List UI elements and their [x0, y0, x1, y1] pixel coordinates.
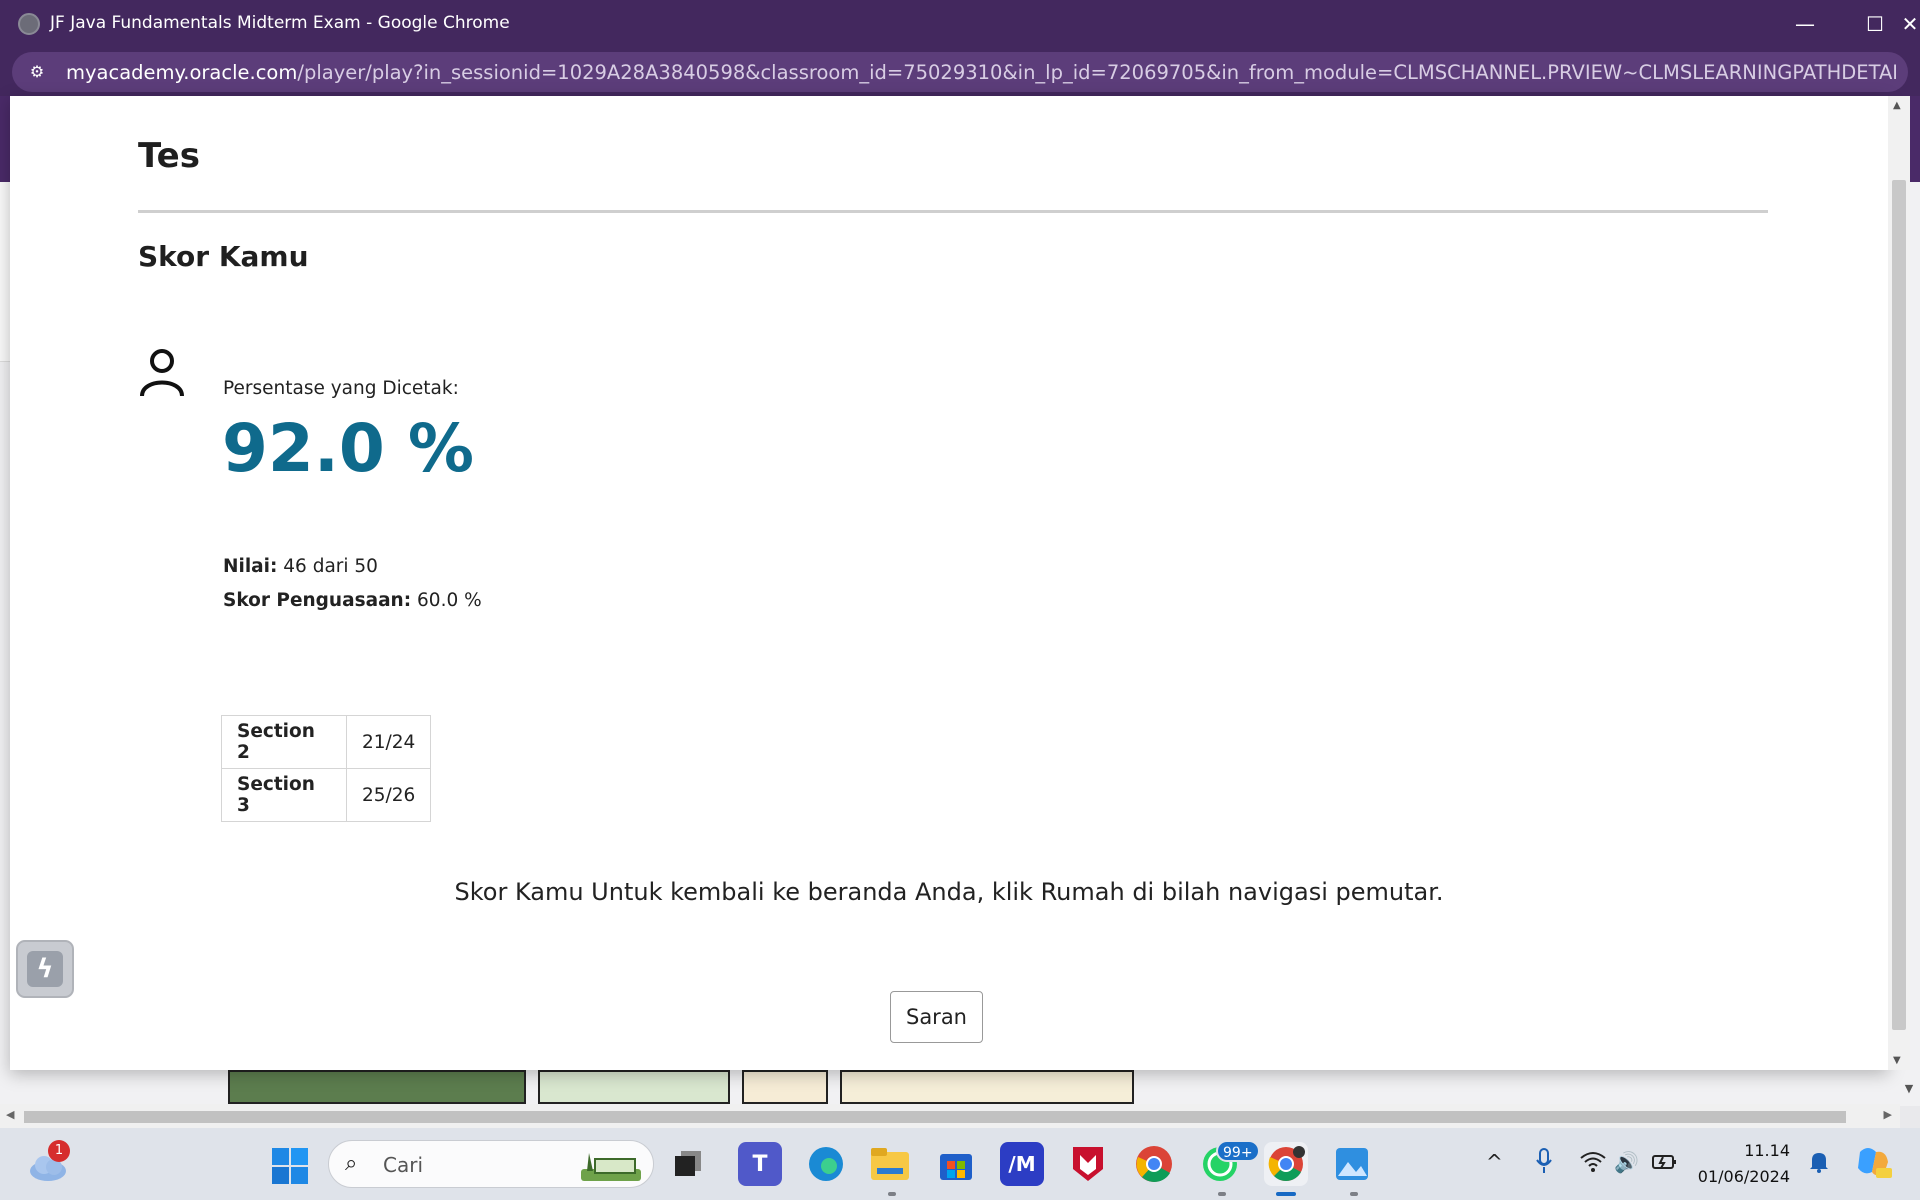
address-bar: ⚙ myacademy.oracle.com/player/play?in_se…: [0, 48, 1920, 96]
mastery-line: Skor Penguasaan: 60.0 %: [223, 590, 482, 611]
video-thumbnail[interactable]: [538, 1070, 730, 1104]
whatsapp-badge: 99+: [1216, 1140, 1260, 1162]
percentage-value: 92.0 %: [222, 410, 474, 487]
volume-icon[interactable]: 🔊: [1614, 1150, 1639, 1174]
app-running-indicator: [1218, 1192, 1226, 1196]
clock-date: 01/06/2024: [1697, 1167, 1790, 1186]
grade-line: Nilai: 46 dari 50: [223, 556, 378, 577]
scrollbar-thumb[interactable]: [1892, 180, 1906, 1030]
divider: [138, 210, 1768, 213]
app-active-indicator: [1276, 1192, 1296, 1196]
feedback-button[interactable]: Saran: [890, 991, 983, 1043]
site-settings-icon[interactable]: ⚙: [26, 61, 48, 83]
globe-icon: [18, 13, 40, 35]
horizontal-scrollbar[interactable]: ◀ ▶: [0, 1104, 1900, 1128]
section-score: 21/24: [345, 715, 432, 769]
chrome-icon[interactable]: [1132, 1142, 1176, 1186]
scroll-down-icon[interactable]: ▼: [1898, 1082, 1920, 1104]
section-scores-table: Section 2 21/24 Section 3 25/26: [221, 715, 432, 822]
task-view-icon[interactable]: [667, 1142, 711, 1186]
file-explorer-icon[interactable]: [868, 1142, 912, 1186]
grade-label: Nilai:: [223, 556, 278, 577]
score-heading: Skor Kamu: [138, 240, 309, 273]
photos-icon[interactable]: [1330, 1142, 1374, 1186]
mastery-value: 60.0 %: [417, 590, 482, 611]
scrollbar-thumb[interactable]: [24, 1111, 1846, 1123]
mastery-label: Skor Penguasaan:: [223, 590, 412, 611]
video-thumbnail[interactable]: [840, 1070, 1134, 1104]
teams-icon[interactable]: T: [738, 1142, 782, 1186]
search-icon: ⌕: [345, 1151, 358, 1176]
app-running-indicator: [1350, 1192, 1358, 1196]
exam-result-page: Tes Skor Kamu Persentase yang Dicetak: 9…: [10, 96, 1910, 1070]
search-highlight-icon: [581, 1153, 641, 1181]
content-vertical-scrollbar[interactable]: ▲ ▼: [1888, 96, 1910, 1070]
section-score: 25/26: [345, 768, 432, 822]
windows-start-icon[interactable]: [272, 1148, 308, 1184]
notification-bell-icon[interactable]: [1808, 1150, 1830, 1174]
table-row: Section 2 21/24: [221, 715, 432, 769]
section-name: Section 3: [221, 768, 347, 822]
microphone-icon[interactable]: [1536, 1148, 1552, 1174]
window-title: JF Java Fundamentals Midterm Exam - Goog…: [50, 13, 510, 33]
url-host: myacademy.oracle.com: [66, 61, 298, 84]
notification-badge: 1: [48, 1140, 70, 1162]
section-name: Section 2: [221, 715, 347, 769]
edge-icon[interactable]: [804, 1142, 848, 1186]
window-titlebar: JF Java Fundamentals Midterm Exam - Goog…: [0, 0, 1920, 48]
taskbar: 1 ⌕ Cari T /M 99+ ^ 🔊 11.14 01/06/2024: [0, 1128, 1920, 1200]
battery-icon[interactable]: [1652, 1152, 1678, 1172]
taskbar-search[interactable]: ⌕ Cari: [328, 1140, 654, 1188]
system-clock[interactable]: 11.14 01/06/2024: [1690, 1138, 1790, 1190]
person-icon: [140, 349, 184, 397]
chevron-up-icon[interactable]: ^: [1486, 1150, 1503, 1174]
grade-value: 46 dari 50: [283, 556, 378, 577]
microsoft-store-icon[interactable]: [934, 1142, 978, 1186]
scroll-down-icon[interactable]: ▼: [1893, 1055, 1901, 1066]
chrome-profile-icon[interactable]: [1264, 1142, 1308, 1186]
search-placeholder: Cari: [383, 1153, 423, 1177]
url-path: /player/play?in_sessionid=1029A28A384059…: [297, 61, 1896, 84]
app-running-indicator: [888, 1192, 896, 1196]
scroll-left-icon[interactable]: ◀: [6, 1108, 14, 1121]
floating-assistant-icon[interactable]: ϟ: [16, 940, 74, 998]
scroll-up-icon[interactable]: ▲: [1893, 100, 1901, 111]
page-title: Tes: [138, 136, 200, 176]
table-row: Section 3 25/26: [221, 768, 432, 822]
wifi-icon[interactable]: [1580, 1150, 1606, 1172]
close-button[interactable]: ✕: [1875, 0, 1920, 48]
url-text[interactable]: myacademy.oracle.com/player/play?in_sess…: [66, 61, 1896, 84]
copilot-icon[interactable]: [1854, 1142, 1894, 1182]
scroll-right-icon[interactable]: ▶: [1884, 1108, 1892, 1121]
return-home-message: Skor Kamu Untuk kembali ke beranda Anda,…: [454, 878, 1444, 906]
url-field[interactable]: ⚙ myacademy.oracle.com/player/play?in_se…: [12, 52, 1908, 92]
minimize-button[interactable]: —: [1770, 0, 1840, 48]
background-thumbnails: [228, 1070, 1134, 1104]
video-thumbnail[interactable]: [742, 1070, 828, 1104]
percentage-label: Persentase yang Dicetak:: [223, 378, 459, 399]
app-m-icon[interactable]: /M: [1000, 1142, 1044, 1186]
lightning-icon: ϟ: [27, 951, 63, 987]
video-thumbnail[interactable]: [228, 1070, 526, 1104]
clock-time: 11.14: [1744, 1141, 1790, 1160]
mcafee-icon[interactable]: [1066, 1142, 1110, 1186]
